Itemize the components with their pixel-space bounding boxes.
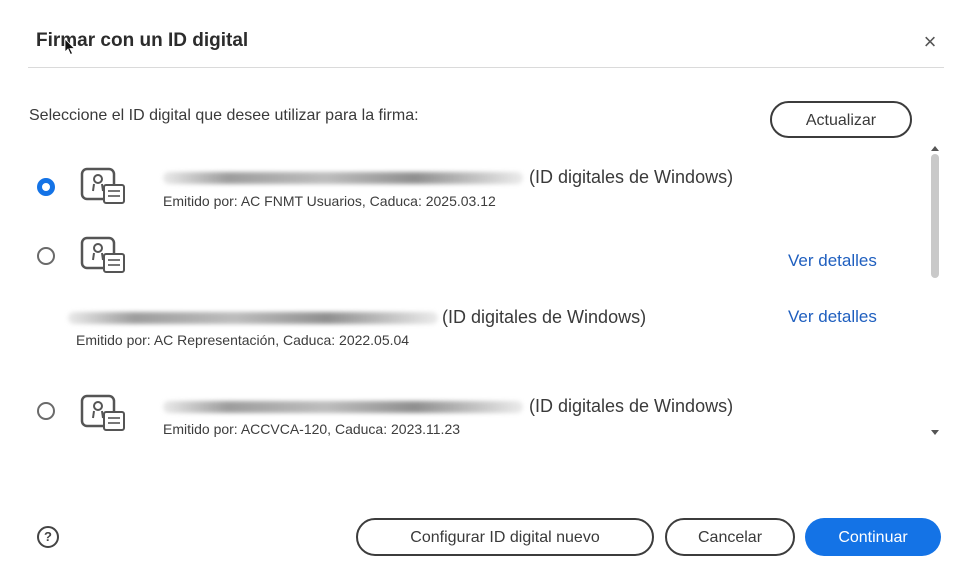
help-icon[interactable]: ? [37,526,59,548]
id-issuer: Emitido por: AC FNMT Usuarios, Caduca: 2… [163,193,496,209]
mouse-pointer-icon [64,38,76,56]
radio-id-2[interactable] [37,247,55,265]
certificate-icon [80,236,125,273]
certificate-icon [80,167,125,204]
scroll-down-icon[interactable] [931,430,939,435]
id-issuer: Emitido por: ACCVCA-120, Caduca: 2023.11… [163,421,461,437]
radio-id-3[interactable] [37,402,55,420]
radio-id-1[interactable] [37,178,55,196]
id-source: (ID digitales de Windows) [442,307,647,327]
list-scrollbar[interactable] [929,146,941,438]
sign-with-digital-id-dialog: Firmar con un ID digital × Seleccione el… [0,0,957,578]
id-issuer: Emitido por: AC Representación, Caduca: … [76,332,410,348]
cancel-button[interactable]: Cancelar [665,518,795,556]
id-source: (ID digitales de Windows) [529,167,734,187]
configure-new-id-button[interactable]: Configurar ID digital nuevo [356,518,654,556]
scroll-up-icon[interactable] [931,146,939,151]
digital-id-list: (ID digitales de Windows) Emitido por: A… [0,145,957,445]
view-details-link[interactable]: Ver detalles [788,251,877,271]
certificate-icon [80,394,125,431]
view-details-link[interactable]: Ver detalles [788,307,877,327]
update-button[interactable]: Actualizar [770,101,912,138]
header-divider [28,67,944,68]
redacted-id-name [68,312,438,324]
close-icon[interactable]: × [916,28,944,56]
redacted-id-name [163,172,523,184]
continue-button[interactable]: Continuar [805,518,941,556]
scrollbar-thumb[interactable] [931,154,939,278]
id-source: (ID digitales de Windows) [529,396,734,416]
redacted-id-name [163,401,523,413]
select-id-prompt: Seleccione el ID digital que desee utili… [29,107,419,124]
